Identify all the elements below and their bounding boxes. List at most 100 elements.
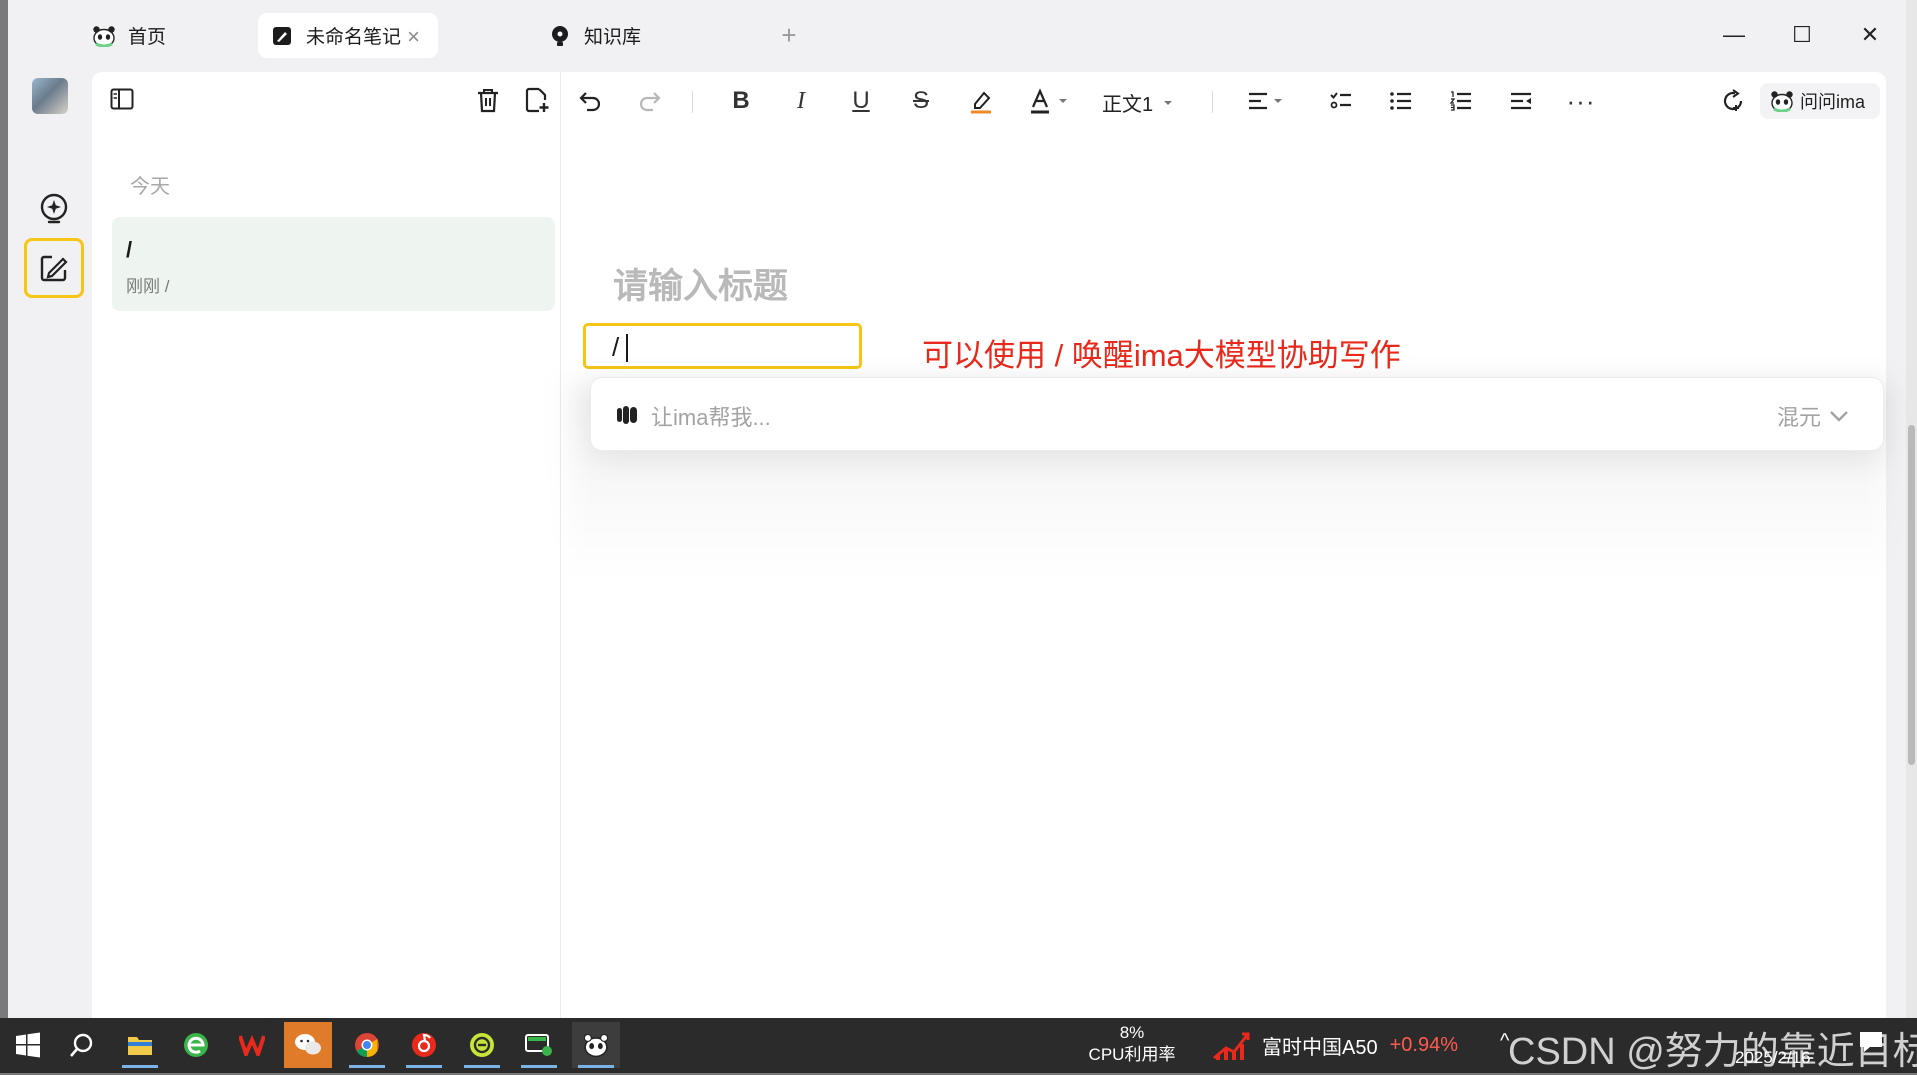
chevron-down-icon (1830, 411, 1848, 422)
checklist-button[interactable] (1326, 86, 1356, 116)
browser-e-icon (184, 1033, 208, 1057)
stock-widget[interactable]: 富时中国A50 +0.94% (1212, 1028, 1458, 1062)
tab-label: 未命名笔记 (306, 27, 402, 48)
start-button[interactable] (4, 1022, 52, 1068)
running-indicator (349, 1065, 385, 1068)
close-tab-icon[interactable]: × (407, 24, 420, 50)
tab-label: 首页 (128, 27, 167, 48)
ask-ima-label: 问问ima (1800, 92, 1866, 112)
search-icon (70, 1033, 93, 1057)
close-window-button[interactable]: ✕ (1853, 18, 1887, 52)
note-list-item[interactable]: / 刚刚 / (112, 217, 555, 311)
bulb-sparkle-icon (40, 193, 68, 224)
netease-music-app[interactable] (400, 1022, 448, 1068)
taskbar: 8% CPU利用率 富时中国A50 +0.94% ^ 2025/2/16 CSD… (0, 1018, 1917, 1073)
chrome-app[interactable] (343, 1022, 391, 1068)
paragraph-style-select[interactable]: 正文1 (1102, 88, 1175, 117)
numbered-list-button[interactable] (1446, 86, 1476, 116)
panda-icon (1771, 91, 1793, 112)
panda-icon (92, 24, 116, 48)
ai-refresh-button[interactable] (1718, 86, 1748, 116)
new-tab-button[interactable]: + (772, 18, 806, 52)
csdn-watermark: CSDN @努力的靠近目标 (1508, 1031, 1917, 1073)
note-item-title: / (126, 237, 133, 262)
remote-app[interactable] (515, 1022, 563, 1068)
underline-button[interactable]: U (846, 86, 876, 116)
toolbar-separator (692, 91, 693, 113)
toggle-sidebar-button[interactable] (110, 88, 134, 115)
wechat-app[interactable] (284, 1022, 332, 1068)
green-app[interactable] (458, 1022, 506, 1068)
italic-button[interactable]: I (786, 86, 816, 116)
note-edit-icon (40, 255, 68, 282)
notification-button[interactable] (1858, 1030, 1884, 1059)
monitor-icon (525, 1034, 552, 1056)
note-body-line[interactable]: / (583, 323, 862, 369)
checklist-icon (1330, 92, 1351, 109)
background-scrollbar[interactable] (1906, 0, 1917, 1018)
undo-icon (579, 92, 601, 112)
notes-rail-button[interactable] (24, 238, 84, 298)
highlight-button[interactable] (966, 86, 996, 116)
redo-icon (639, 92, 661, 112)
font-color-icon (1031, 88, 1067, 114)
underline-icon: U (852, 87, 870, 114)
windows-icon (16, 1032, 40, 1058)
indent-icon (1511, 92, 1531, 110)
undo-button[interactable] (575, 86, 605, 116)
wps-icon (239, 1034, 265, 1056)
bullet-list-icon (1390, 92, 1411, 110)
highlighter-icon (971, 91, 991, 114)
note-list-panel: 今天 / 刚刚 / (92, 72, 560, 1018)
annotation-text: 可以使用 / 唤醒ima大模型协助写作 (922, 338, 1401, 373)
wps-app[interactable] (228, 1022, 276, 1068)
folder-icon (128, 1037, 152, 1055)
browser-e-app[interactable] (172, 1022, 220, 1068)
strikethrough-button[interactable]: S (906, 86, 936, 116)
screen: 首页 未命名笔记 × 知识库 + — ☐ ✕ 今天 / 刚刚 / B I U S… (0, 0, 1917, 1073)
cpu-widget[interactable]: 8% CPU利用率 (1082, 1022, 1182, 1066)
wechat-icon (295, 1034, 321, 1055)
toolbar-separator (1212, 91, 1213, 113)
avatar[interactable] (32, 78, 68, 114)
more-options-button[interactable]: ··· (1566, 86, 1596, 116)
cpu-percent: 8% (1119, 1023, 1145, 1042)
scrollbar-thumb[interactable] (1908, 425, 1915, 765)
knowledge-rail-button[interactable] (24, 180, 84, 240)
strikethrough-icon: S (912, 87, 929, 114)
align-button[interactable] (1246, 86, 1290, 116)
note-title-input[interactable]: 请输入标题 (613, 258, 788, 309)
model-select[interactable]: 混元 (1777, 400, 1849, 432)
model-name: 混元 (1776, 405, 1821, 430)
more-icon: ··· (1566, 85, 1596, 116)
app-window: 首页 未命名笔记 × 知识库 + — ☐ ✕ 今天 / 刚刚 / B I U S… (8, 0, 1906, 1018)
paragraph-style-label: 正文1 (1102, 94, 1154, 116)
ai-prompt-input[interactable]: 让ima帮我... (651, 400, 771, 432)
add-note-icon (525, 87, 549, 113)
indent-button[interactable] (1506, 86, 1536, 116)
cpu-label: CPU利用率 (1088, 1045, 1176, 1064)
tab-home[interactable]: 首页 (80, 13, 260, 58)
tab-knowledge-base[interactable]: 知识库 (548, 13, 728, 58)
search-button[interactable] (58, 1022, 106, 1068)
stock-name: 富时中国A50 (1262, 1036, 1378, 1059)
music-icon (412, 1033, 436, 1057)
notification-icon (1860, 1032, 1882, 1052)
stock-chart-icon (1213, 1032, 1250, 1060)
ai-prompt-box[interactable]: 让ima帮我... 混元 (590, 377, 1884, 451)
left-rail (8, 72, 92, 1018)
minimize-button[interactable]: — (1717, 18, 1751, 52)
font-color-button[interactable] (1028, 86, 1076, 116)
file-explorer-app[interactable] (116, 1022, 164, 1068)
running-indicator (122, 1065, 158, 1068)
redo-button[interactable] (635, 86, 665, 116)
bold-button[interactable]: B (726, 86, 756, 116)
maximize-button[interactable]: ☐ (1785, 18, 1819, 52)
delete-note-button[interactable] (476, 87, 500, 118)
new-note-button[interactable] (525, 87, 551, 118)
bullet-list-button[interactable] (1386, 86, 1416, 116)
panda-icon (583, 1033, 609, 1057)
tab-untitled-note[interactable]: 未命名笔记 × (258, 13, 438, 58)
ask-ima-button[interactable]: 问问ima (1760, 83, 1880, 119)
ima-app[interactable] (572, 1022, 620, 1068)
